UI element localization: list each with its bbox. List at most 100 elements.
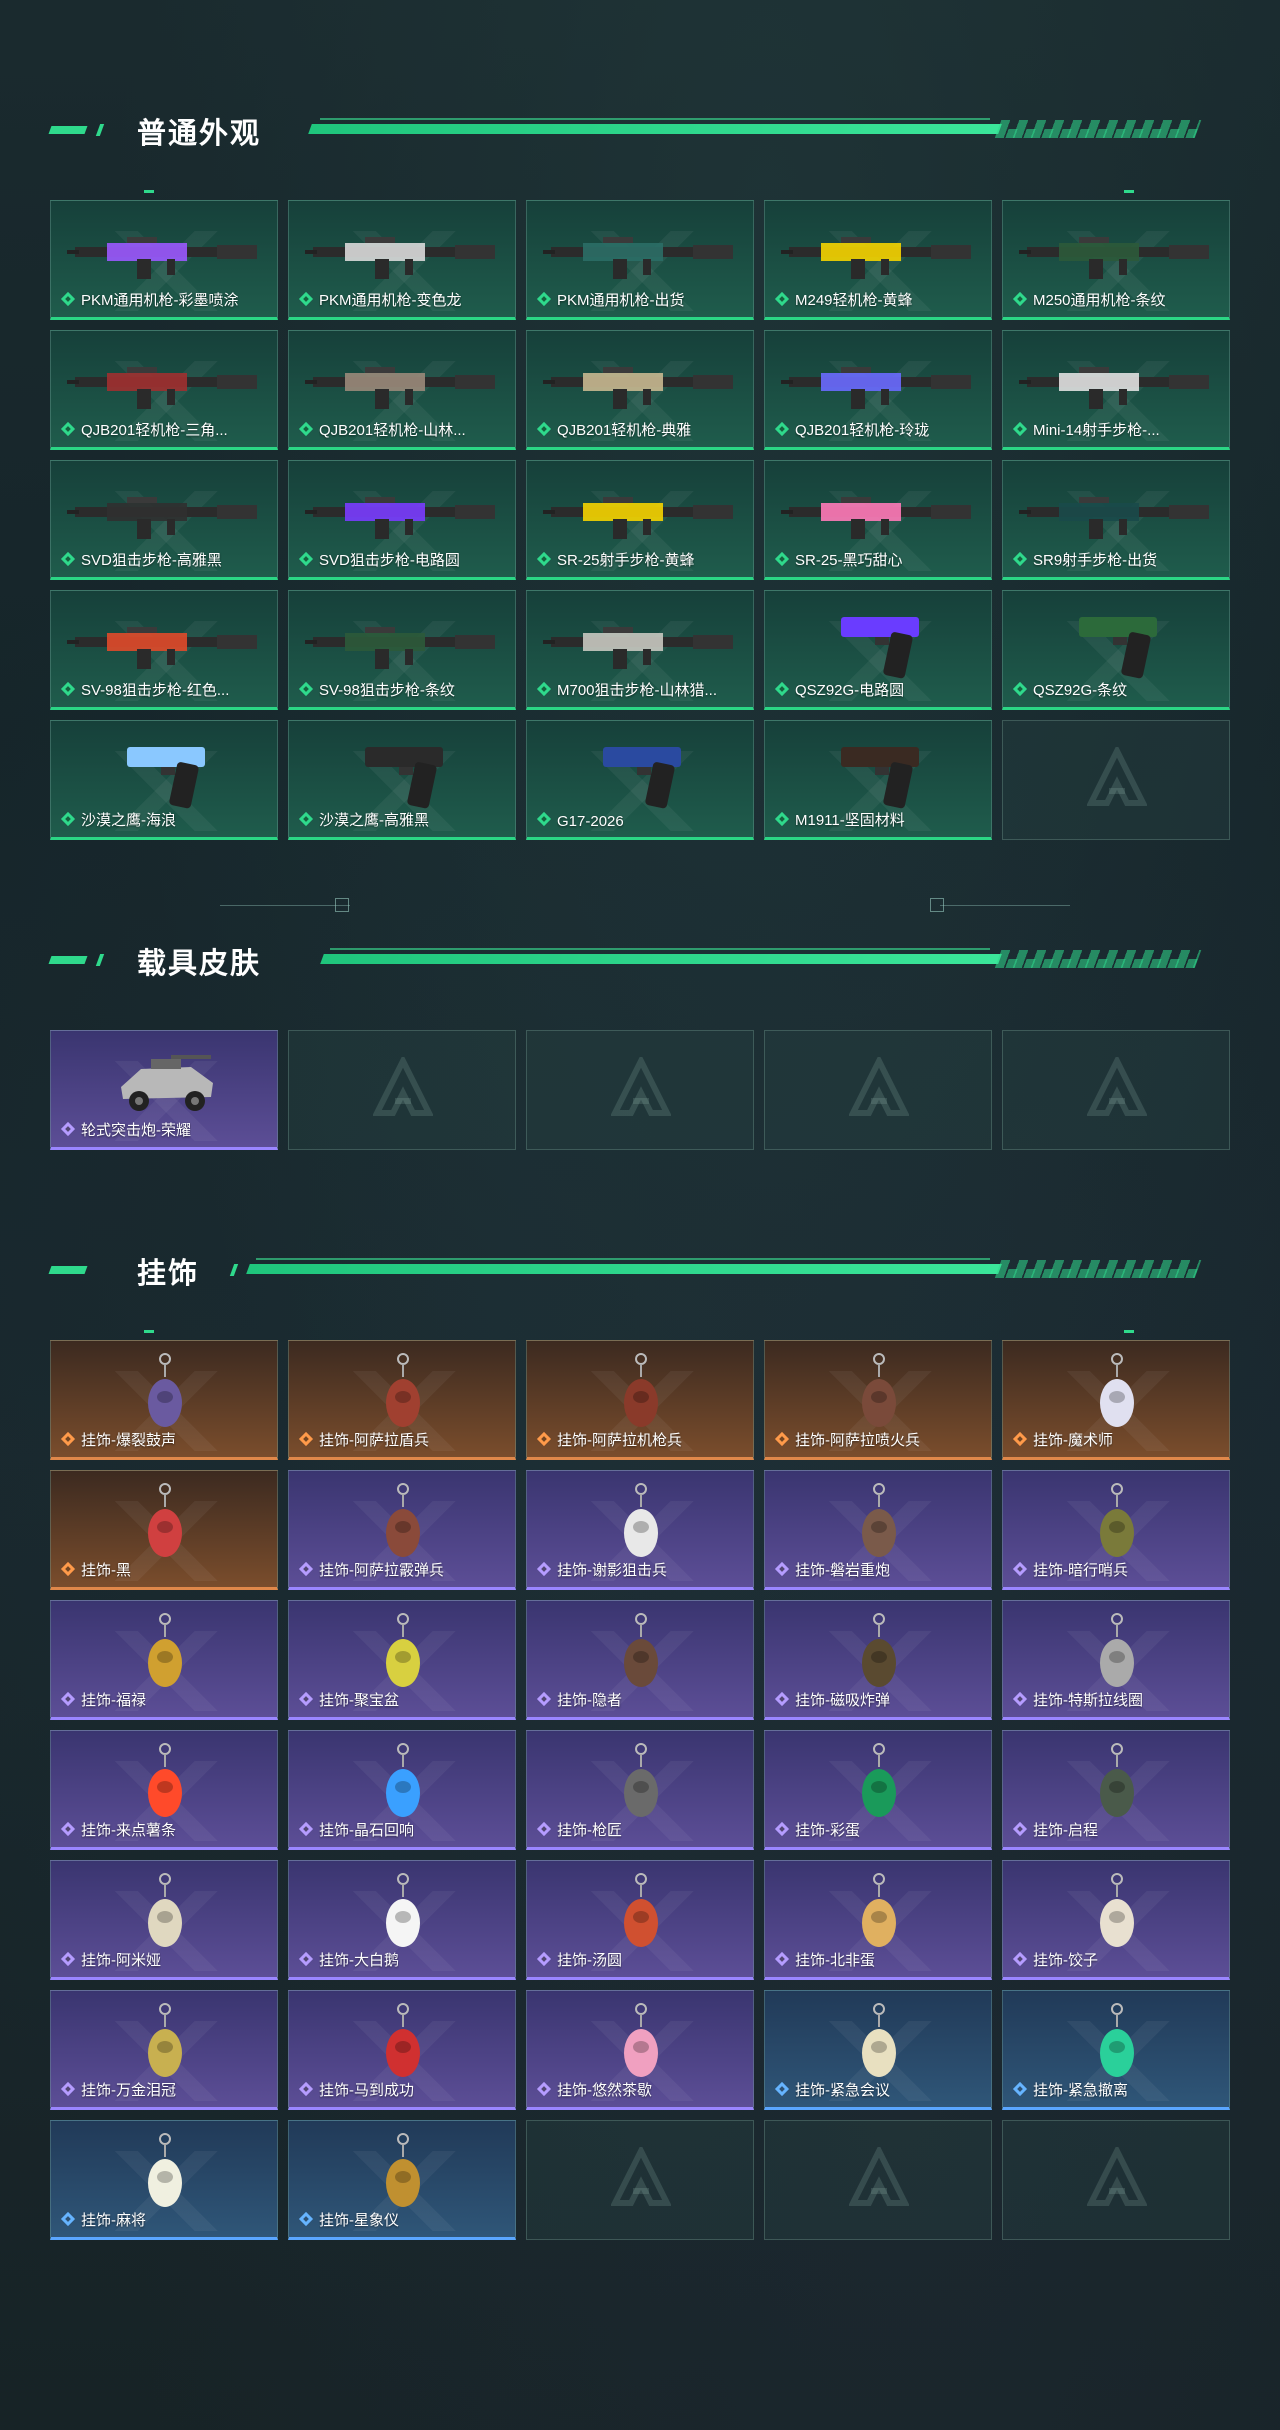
rarity-diamond-icon bbox=[60, 1821, 76, 1837]
charm-image bbox=[135, 1611, 195, 1693]
item-card[interactable]: 挂饰-彩蛋 bbox=[764, 1730, 992, 1850]
item-card[interactable]: 挂饰-爆裂鼓声 bbox=[50, 1340, 278, 1460]
rifle-image bbox=[543, 613, 739, 673]
item-card[interactable]: SVD狙击步枪-高雅黑 bbox=[50, 460, 278, 580]
item-label: 挂饰-谢影狙击兵 bbox=[557, 1562, 667, 1579]
item-label: M1911-坚固材料 bbox=[795, 812, 905, 829]
item-card[interactable]: 挂饰-马到成功 bbox=[288, 1990, 516, 2110]
header-accent bbox=[48, 126, 88, 134]
charm-image bbox=[373, 2001, 433, 2083]
item-card[interactable]: M250通用机枪-条纹 bbox=[1002, 200, 1230, 320]
item-card[interactable]: M700狙击步枪-山林猎... bbox=[526, 590, 754, 710]
item-card[interactable]: 沙漠之鹰-海浪 bbox=[50, 720, 278, 840]
charm-image bbox=[611, 2001, 671, 2083]
item-label: PKM通用机枪-变色龙 bbox=[319, 292, 462, 309]
item-card[interactable]: 挂饰-阿萨拉霰弹兵 bbox=[288, 1470, 516, 1590]
placeholder-logo-icon bbox=[610, 1054, 672, 1119]
item-label: QJB201轻机枪-典雅 bbox=[557, 422, 692, 439]
item-card[interactable]: M1911-坚固材料 bbox=[764, 720, 992, 840]
item-card[interactable]: QJB201轻机枪-三角... bbox=[50, 330, 278, 450]
charm-image bbox=[135, 2131, 195, 2213]
item-card[interactable]: 挂饰-枪匠 bbox=[526, 1730, 754, 1850]
item-card[interactable]: 挂饰-饺子 bbox=[1002, 1860, 1230, 1980]
item-card[interactable]: 挂饰-阿萨拉盾兵 bbox=[288, 1340, 516, 1460]
item-card[interactable]: PKM通用机枪-彩墨喷涂 bbox=[50, 200, 278, 320]
item-card[interactable]: QSZ92G-条纹 bbox=[1002, 590, 1230, 710]
rarity-diamond-icon bbox=[1012, 1951, 1028, 1967]
item-card[interactable]: Mini-14射手步枪-... bbox=[1002, 330, 1230, 450]
item-card[interactable]: 挂饰-谢影狙击兵 bbox=[526, 1470, 754, 1590]
empty-slot bbox=[1002, 2120, 1230, 2240]
item-card[interactable]: 挂饰-福禄 bbox=[50, 1600, 278, 1720]
charm-image bbox=[611, 1351, 671, 1433]
rifle-image bbox=[67, 483, 263, 543]
vehicle-grid: 轮式突击炮-荣耀 bbox=[50, 1030, 1230, 1150]
item-card[interactable]: 挂饰-晶石回响 bbox=[288, 1730, 516, 1850]
rarity-diamond-icon bbox=[60, 551, 76, 567]
item-label: PKM通用机枪-出货 bbox=[557, 292, 685, 309]
item-card[interactable]: 挂饰-暗行哨兵 bbox=[1002, 1470, 1230, 1590]
item-card[interactable]: 挂饰-紧急会议 bbox=[764, 1990, 992, 2110]
charm-image bbox=[849, 1481, 909, 1563]
item-card[interactable]: 挂饰-启程 bbox=[1002, 1730, 1230, 1850]
item-card[interactable]: 挂饰-麻将 bbox=[50, 2120, 278, 2240]
rarity-diamond-icon bbox=[1012, 551, 1028, 567]
item-card[interactable]: QJB201轻机枪-玲珑 bbox=[764, 330, 992, 450]
item-card[interactable]: QSZ92G-电路圆 bbox=[764, 590, 992, 710]
item-card[interactable]: 挂饰-聚宝盆 bbox=[288, 1600, 516, 1720]
charm-image bbox=[849, 2001, 909, 2083]
item-card[interactable]: 挂饰-紧急撤离 bbox=[1002, 1990, 1230, 2110]
rarity-diamond-icon bbox=[298, 811, 314, 827]
item-label: SV-98狙击步枪-条纹 bbox=[319, 682, 455, 699]
rarity-diamond-icon bbox=[774, 2081, 790, 2097]
charm-image bbox=[849, 1871, 909, 1953]
item-card[interactable]: 挂饰-汤圆 bbox=[526, 1860, 754, 1980]
item-card[interactable]: 沙漠之鹰-高雅黑 bbox=[288, 720, 516, 840]
item-card[interactable]: SR-25-黑巧甜心 bbox=[764, 460, 992, 580]
item-card[interactable]: 挂饰-隐者 bbox=[526, 1600, 754, 1720]
item-card[interactable]: 挂饰-黑 bbox=[50, 1470, 278, 1590]
item-card[interactable]: SVD狙击步枪-电路圆 bbox=[288, 460, 516, 580]
header-bar bbox=[246, 1264, 1002, 1274]
item-card[interactable]: 挂饰-星象仪 bbox=[288, 2120, 516, 2240]
item-card[interactable]: 挂饰-魔术师 bbox=[1002, 1340, 1230, 1460]
item-card[interactable]: PKM通用机枪-出货 bbox=[526, 200, 754, 320]
rarity-diamond-icon bbox=[774, 421, 790, 437]
item-card[interactable]: 挂饰-特斯拉线圈 bbox=[1002, 1600, 1230, 1720]
item-card[interactable]: G17-2026 bbox=[526, 720, 754, 840]
item-card[interactable]: PKM通用机枪-变色龙 bbox=[288, 200, 516, 320]
item-card[interactable]: 挂饰-来点薯条 bbox=[50, 1730, 278, 1850]
rarity-diamond-icon bbox=[298, 1951, 314, 1967]
item-card[interactable]: 挂饰-大白鹅 bbox=[288, 1860, 516, 1980]
item-label: PKM通用机枪-彩墨喷涂 bbox=[81, 292, 239, 309]
item-card[interactable]: QJB201轻机枪-典雅 bbox=[526, 330, 754, 450]
item-card[interactable]: QJB201轻机枪-山林... bbox=[288, 330, 516, 450]
charm-image bbox=[849, 1741, 909, 1823]
item-card[interactable]: 挂饰-阿米娅 bbox=[50, 1860, 278, 1980]
item-card[interactable]: 挂饰-阿萨拉喷火兵 bbox=[764, 1340, 992, 1460]
divider-deco bbox=[930, 898, 944, 912]
item-label: 挂饰-阿萨拉霰弹兵 bbox=[319, 1562, 444, 1579]
pistol-image bbox=[1073, 605, 1163, 683]
header-thin-line bbox=[330, 948, 990, 950]
item-card[interactable]: 挂饰-北非蛋 bbox=[764, 1860, 992, 1980]
rarity-diamond-icon bbox=[298, 421, 314, 437]
item-card[interactable]: SV-98狙击步枪-红色... bbox=[50, 590, 278, 710]
item-card[interactable]: M249轻机枪-黄蜂 bbox=[764, 200, 992, 320]
item-card[interactable]: 挂饰-万金泪冠 bbox=[50, 1990, 278, 2110]
charm-image bbox=[849, 1351, 909, 1433]
item-card[interactable]: SR-25射手步枪-黄蜂 bbox=[526, 460, 754, 580]
rarity-diamond-icon bbox=[60, 1561, 76, 1577]
item-card[interactable]: SR9射手步枪-出货 bbox=[1002, 460, 1230, 580]
item-card[interactable]: 轮式突击炮-荣耀 bbox=[50, 1030, 278, 1150]
item-label: 挂饰-爆裂鼓声 bbox=[81, 1432, 176, 1449]
item-card[interactable]: 挂饰-磁吸炸弹 bbox=[764, 1600, 992, 1720]
pistol-image bbox=[835, 605, 925, 683]
appearance-grid: PKM通用机枪-彩墨喷涂 PKM通用机枪-变色龙 PKM通用机枪-出货 M249轻机枪… bbox=[50, 200, 1230, 840]
charm-image bbox=[373, 1351, 433, 1433]
item-card[interactable]: 挂饰-磐岩重炮 bbox=[764, 1470, 992, 1590]
header-accent-small bbox=[95, 124, 105, 136]
item-card[interactable]: SV-98狙击步枪-条纹 bbox=[288, 590, 516, 710]
item-card[interactable]: 挂饰-悠然茶歇 bbox=[526, 1990, 754, 2110]
item-card[interactable]: 挂饰-阿萨拉机枪兵 bbox=[526, 1340, 754, 1460]
